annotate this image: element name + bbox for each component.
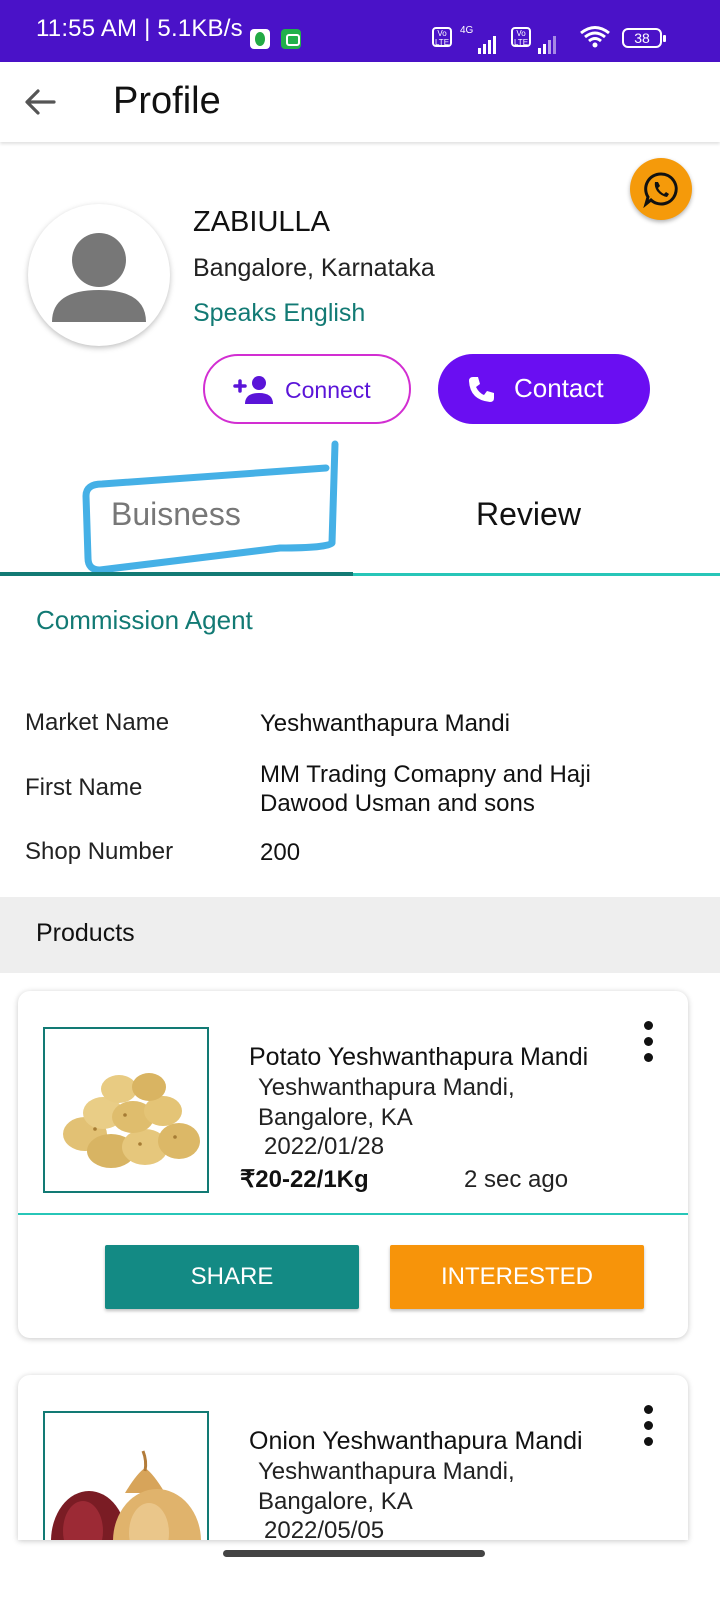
product-title: Onion Yeshwanthapura Mandi	[249, 1427, 583, 1455]
product-date: 2022/05/05	[264, 1517, 385, 1540]
product-date: 2022/01/28	[264, 1133, 385, 1160]
field-value-market-name: Yeshwanthapura Mandi	[260, 710, 510, 737]
android-app-icon	[281, 29, 301, 49]
contact-button[interactable]: Contact	[438, 354, 650, 424]
onion-image	[51, 1450, 201, 1540]
signal-bars-icon-2	[538, 26, 558, 54]
product-image-potato[interactable]	[43, 1027, 209, 1193]
phone-icon	[469, 377, 494, 402]
product-city: Bangalore, KA	[258, 1104, 413, 1131]
whatsapp-button[interactable]	[630, 158, 692, 220]
product-price: ₹20-22/1Kg	[240, 1166, 369, 1193]
network-type: 4G	[460, 25, 474, 36]
product-city: Bangalore, KA	[258, 1488, 413, 1515]
field-label-shop-number: Shop Number	[25, 838, 174, 865]
volte-badge-2: Vo LTE	[511, 27, 531, 47]
status-bar: 11:55 AM | 5.1KB/s Vo LTE 4G Vo LTE 38	[0, 0, 720, 62]
business-category: Commission Agent	[36, 605, 253, 635]
volte-badge-1: Vo LTE	[432, 27, 452, 47]
whatsapp-icon	[643, 172, 678, 208]
field-label-first-name: First Name	[25, 774, 143, 801]
person-add-icon	[233, 376, 273, 404]
interested-button[interactable]: INTERESTED	[390, 1245, 644, 1309]
wifi-icon	[580, 26, 610, 48]
card-divider	[18, 1213, 688, 1215]
products-section-header: Products	[0, 897, 720, 973]
product-card[interactable]: Onion Yeshwanthapura Mandi Yeshwanthapur…	[18, 1375, 688, 1540]
more-vert-icon[interactable]	[644, 1021, 654, 1065]
tab-divider	[353, 573, 720, 576]
profile-name: ZABIULLA	[193, 206, 330, 238]
tab-selected-indicator	[0, 572, 353, 576]
product-card[interactable]: Potato Yeshwanthapura Mandi Yeshwanthapu…	[18, 991, 688, 1338]
tab-review[interactable]: Review	[476, 496, 581, 533]
connect-label: Connect	[285, 377, 371, 403]
products-header-label: Products	[36, 919, 135, 947]
contact-label: Contact	[514, 373, 604, 403]
app-bar: Profile	[0, 62, 720, 142]
more-vert-icon[interactable]	[644, 1405, 654, 1449]
gesture-nav-handle[interactable]	[223, 1550, 485, 1557]
notification-app-icon	[250, 29, 270, 49]
field-value-shop-number: 200	[260, 839, 301, 866]
person-icon	[52, 233, 146, 322]
product-image-onion[interactable]	[43, 1411, 209, 1540]
annotation-highlight-stroke	[82, 440, 339, 574]
product-posted-time: 2 sec ago	[464, 1166, 569, 1193]
status-time: 11:55 AM | 5.1KB/s	[36, 15, 243, 42]
profile-language: Speaks English	[193, 299, 366, 327]
profile-location: Bangalore, Karnataka	[193, 254, 435, 282]
back-arrow-icon[interactable]	[22, 84, 58, 120]
share-button[interactable]: SHARE	[105, 1245, 359, 1309]
product-market: Yeshwanthapura Mandi,	[258, 1074, 515, 1101]
page-title: Profile	[113, 80, 221, 122]
product-title: Potato Yeshwanthapura Mandi	[249, 1043, 589, 1071]
battery-icon: 38	[622, 28, 666, 48]
field-value-first-name: MM Trading Comapny and Haji Dawood Usman…	[260, 761, 591, 817]
avatar	[28, 204, 170, 346]
signal-bars-icon	[478, 26, 498, 54]
connect-button[interactable]: Connect	[203, 354, 411, 424]
field-label-market-name: Market Name	[25, 709, 170, 736]
potato-image	[63, 1073, 200, 1168]
product-market: Yeshwanthapura Mandi,	[258, 1458, 515, 1485]
